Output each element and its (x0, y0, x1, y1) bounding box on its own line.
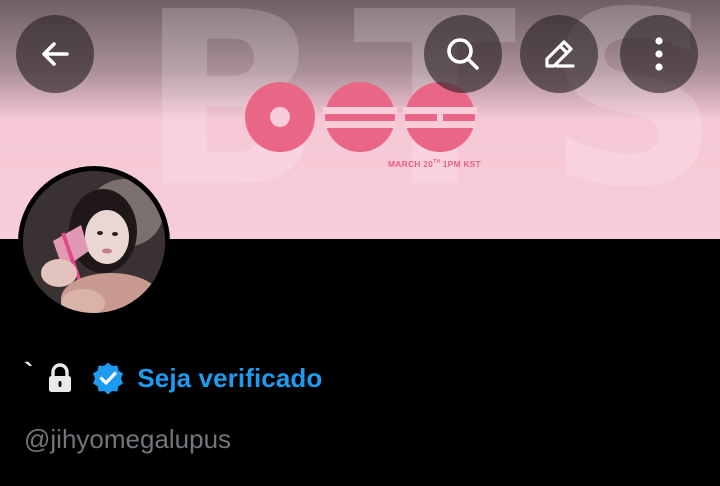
banner-logo (245, 82, 477, 152)
banner-date: MARCH 20TH 1PM KST (388, 159, 481, 169)
avatar[interactable] (18, 166, 170, 318)
pencil-icon (545, 40, 575, 68)
search-button[interactable] (424, 15, 502, 93)
more-vertical-icon (655, 37, 663, 71)
profile-name-row: ` Seja verificado (24, 356, 322, 400)
search-icon (447, 38, 479, 70)
arrow-left-icon (42, 42, 69, 66)
back-button[interactable] (16, 15, 94, 93)
avatar-photo (23, 171, 165, 313)
more-options-button[interactable] (620, 15, 698, 93)
lock-icon (47, 363, 73, 393)
display-name: ` (24, 357, 34, 388)
verified-badge-icon[interactable] (91, 361, 125, 395)
get-verified-link[interactable]: Seja verificado (137, 363, 322, 394)
edit-button[interactable] (520, 15, 598, 93)
profile-handle: @jihyomegalupus (24, 424, 232, 454)
